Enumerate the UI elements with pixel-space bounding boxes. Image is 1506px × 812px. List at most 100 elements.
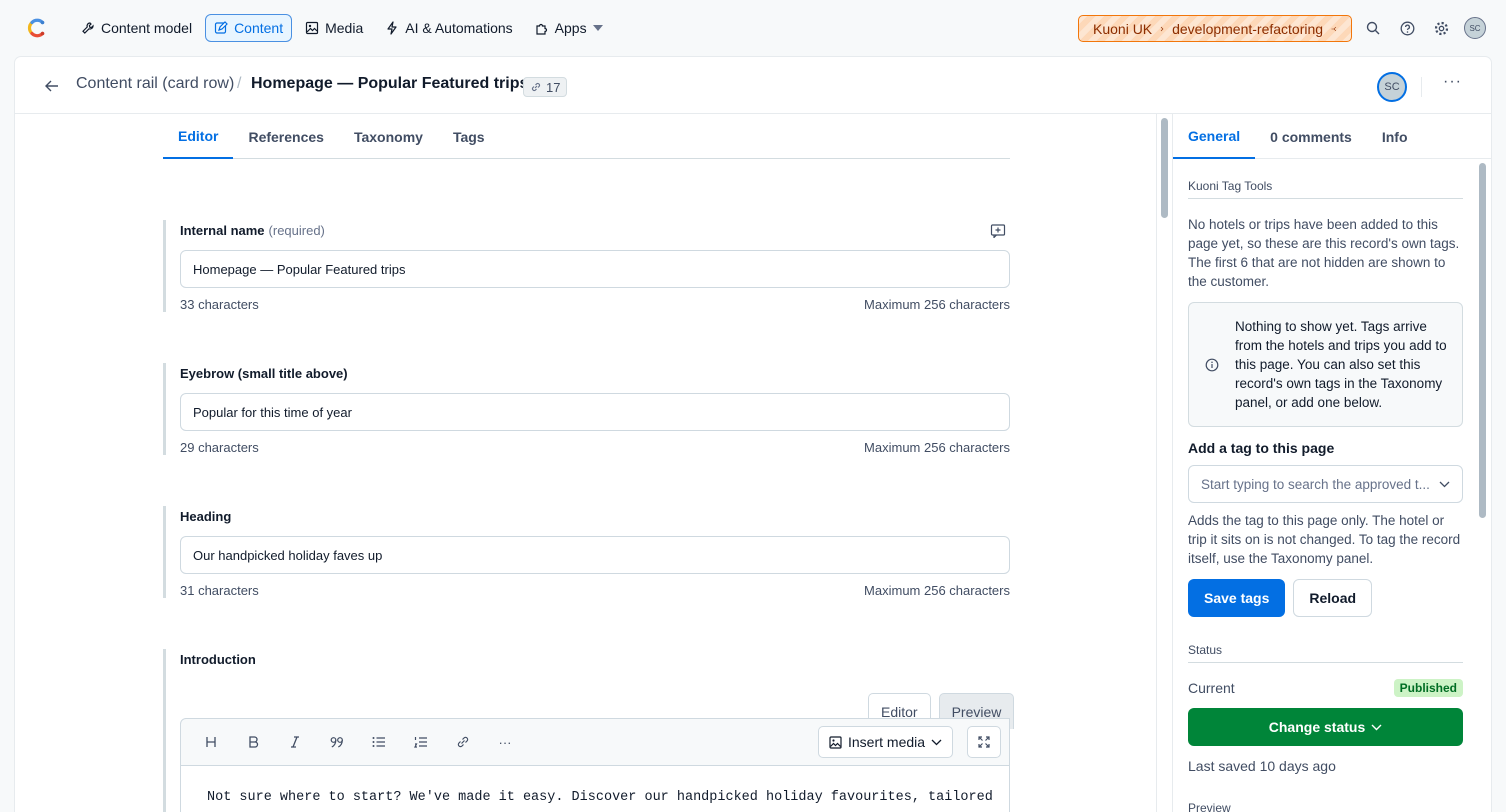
collaborator-avatar[interactable]: SC — [1377, 72, 1407, 102]
image-icon — [306, 21, 319, 35]
lightning-icon — [387, 21, 397, 35]
tab-comments[interactable]: 0 comments — [1255, 114, 1367, 159]
chevron-down-icon — [931, 739, 942, 745]
editor-area: Editor References Taxonomy Tags Internal… — [15, 114, 1156, 812]
tab-references[interactable]: References — [233, 114, 339, 159]
nav-media[interactable]: Media — [296, 14, 372, 42]
italic-button[interactable] — [275, 726, 315, 758]
eyebrow-input[interactable]: Popular for this time of year — [180, 393, 1010, 431]
sidebar-content: Kuoni Tag Tools No hotels or trips have … — [1188, 159, 1463, 812]
last-saved-text: Last saved 10 days ago — [1188, 758, 1336, 774]
editor-scrollbar[interactable] — [1156, 114, 1172, 812]
more-actions-button[interactable]: ··· — [1443, 73, 1462, 91]
editor-scrollbar-thumb[interactable] — [1161, 118, 1168, 218]
nav-apps[interactable]: Apps — [526, 14, 612, 42]
tag-tools-intro: No hotels or trips have been added to th… — [1188, 217, 1460, 289]
reload-button[interactable]: Reload — [1293, 579, 1373, 617]
quote-button[interactable] — [317, 726, 357, 758]
contentful-logo-icon[interactable] — [24, 16, 48, 40]
heading-button[interactable] — [191, 726, 231, 758]
field-label: Internal name — [180, 222, 265, 238]
add-tag-label: Add a tag to this page — [1188, 440, 1335, 456]
heading-input[interactable]: Our handpicked holiday faves up — [180, 536, 1010, 574]
nav-ai-automations[interactable]: AI & Automations — [376, 14, 521, 42]
breadcrumb-separator: / — [237, 75, 242, 92]
character-count: 31 characters — [180, 583, 259, 598]
section-title-tag-tools: Kuoni Tag Tools — [1188, 179, 1463, 199]
add-tag-help: Adds the tag to this page only. The hote… — [1188, 513, 1461, 566]
nav-ai-automations-label: AI & Automations — [405, 20, 513, 36]
references-count: 17 — [546, 79, 561, 95]
bulleted-list-button[interactable] — [359, 726, 399, 758]
comment-icon[interactable] — [990, 224, 1006, 238]
bold-button[interactable] — [233, 726, 273, 758]
quote-icon — [330, 737, 343, 748]
status-badge: Published — [1393, 679, 1463, 697]
field-label: Eyebrow (small title above) — [180, 365, 348, 381]
change-status-button[interactable]: Change status — [1188, 708, 1463, 746]
notice-text: Nothing to show yet. Tags arrive from th… — [1235, 319, 1447, 410]
italic-icon — [291, 736, 299, 748]
info-notice: Nothing to show yet. Tags arrive from th… — [1188, 302, 1463, 427]
link-icon — [531, 82, 541, 92]
tab-general[interactable]: General — [1173, 114, 1256, 159]
bulleted-list-icon — [372, 737, 385, 747]
character-count: 33 characters — [180, 297, 259, 312]
nav-content[interactable]: Content — [205, 14, 293, 42]
chevron-down-icon — [1439, 481, 1450, 487]
entry-header: Content rail (card row) / Homepage — Pop… — [15, 57, 1491, 114]
user-avatar[interactable]: SC — [1464, 17, 1486, 39]
insert-media-button[interactable]: Insert media — [818, 726, 954, 758]
back-arrow-icon[interactable] — [43, 77, 61, 95]
tab-tags[interactable]: Tags — [438, 114, 500, 159]
link-button[interactable] — [443, 726, 483, 758]
save-tags-button[interactable]: Save tags — [1188, 579, 1286, 617]
max-characters: Maximum 256 characters — [864, 440, 1010, 455]
search-icon[interactable] — [1362, 17, 1384, 39]
field-internal-name: Internal name (required) Homepage — Popu… — [163, 220, 1010, 312]
insert-media-label: Insert media — [848, 734, 926, 750]
field-label: Introduction — [180, 651, 256, 667]
tab-info[interactable]: Info — [1367, 114, 1423, 159]
entry-editor-panel: Content rail (card row) / Homepage — Pop… — [15, 57, 1491, 812]
fullscreen-button[interactable] — [967, 726, 1001, 758]
entry-sidebar: General 0 comments Info Kuoni Tag Tools … — [1172, 114, 1491, 812]
field-eyebrow: Eyebrow (small title above) Popular for … — [163, 363, 1010, 455]
sidebar-scrollbar[interactable] — [1479, 163, 1486, 518]
top-navigation: Content model Content Media AI & Automat… — [0, 0, 1506, 56]
nav-media-label: Media — [325, 20, 364, 36]
tag-search-select[interactable]: Start typing to search the approved t... — [1188, 465, 1463, 503]
field-heading: Heading Our handpicked holiday faves up … — [163, 506, 1010, 598]
environment-name: development-refactoring — [1172, 20, 1324, 37]
current-status-label: Current — [1188, 680, 1235, 696]
nav-content-model[interactable]: Content model — [72, 14, 201, 42]
branch-icon — [1331, 26, 1337, 31]
image-icon — [829, 735, 842, 749]
nav-content-label: Content — [234, 20, 284, 36]
tab-taxonomy[interactable]: Taxonomy — [339, 114, 438, 159]
chevron-down-icon — [1371, 724, 1382, 730]
numbered-list-button[interactable] — [401, 726, 441, 758]
editor-tabs: Editor References Taxonomy Tags — [163, 114, 1010, 159]
more-formatting-button[interactable]: ··· — [485, 726, 525, 758]
help-icon[interactable] — [1396, 17, 1418, 39]
tab-editor[interactable]: Editor — [163, 114, 234, 159]
character-count: 29 characters — [180, 440, 259, 455]
section-title-preview: Preview — [1188, 801, 1231, 812]
wrench-icon — [82, 22, 94, 34]
max-characters: Maximum 256 characters — [864, 297, 1010, 312]
gear-icon[interactable] — [1430, 17, 1452, 39]
caret-down-icon — [592, 25, 603, 31]
internal-name-input[interactable]: Homepage — Popular Featured trips — [180, 250, 1010, 288]
environment-badge[interactable]: Kuoni UK development-refactoring — [1078, 15, 1352, 42]
status-row: Current Published — [1188, 679, 1463, 697]
heading-icon — [206, 737, 216, 747]
numbered-list-icon — [414, 737, 427, 748]
references-badge[interactable]: 17 — [523, 77, 568, 97]
change-status-label: Change status — [1268, 719, 1366, 735]
puzzle-icon — [536, 23, 547, 35]
markdown-textarea[interactable]: Not sure where to start? We've made it e… — [180, 766, 1010, 812]
link-icon — [457, 736, 469, 748]
section-title-status: Status — [1188, 643, 1463, 663]
breadcrumb-content-type[interactable]: Content rail (card row) — [76, 75, 234, 93]
